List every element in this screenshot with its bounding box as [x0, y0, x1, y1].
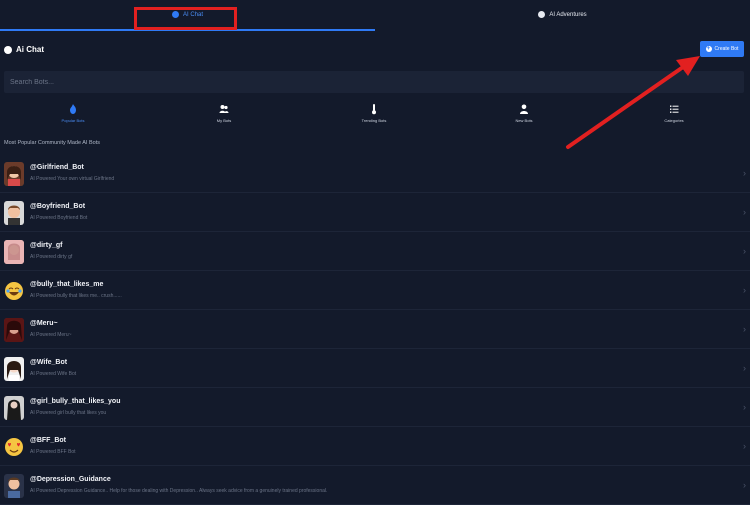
page-title-text: Ai Chat — [16, 45, 44, 54]
search-input[interactable] — [4, 71, 744, 94]
avatar — [4, 435, 24, 459]
bot-name: @BFF_Bot — [30, 437, 66, 444]
category-new-bots[interactable]: New Bots — [494, 103, 554, 129]
bot-name: @Girlfriend_Bot — [30, 164, 84, 171]
chevron-right-icon: › — [743, 480, 746, 490]
list-item[interactable]: @Girlfriend_Bot AI Powered Your own virt… — [0, 155, 750, 193]
list-item[interactable]: @bully_that_likes_me AI Powered bully th… — [0, 272, 750, 310]
chevron-right-icon: › — [743, 363, 746, 373]
bot-description: AI Powered girl bully that likes you — [30, 410, 107, 416]
chevron-right-icon: › — [743, 441, 746, 451]
category-popular-bots[interactable]: Popular Bots — [43, 103, 103, 129]
category-categories[interactable]: Categories — [644, 103, 704, 129]
fire-icon — [70, 104, 76, 114]
bot-description: AI Powered Boyfriend Bot — [30, 215, 88, 221]
create-bot-button[interactable]: + Create Bot — [700, 41, 744, 57]
list-icon — [670, 105, 679, 113]
avatar — [4, 162, 24, 186]
bot-name: @dirty_gf — [30, 242, 63, 249]
users-icon — [219, 105, 229, 113]
bot-name: @Depression_Guidance — [30, 476, 111, 483]
avatar — [4, 396, 24, 420]
plus-icon: + — [705, 46, 712, 52]
bot-name: @girl_bully_that_likes_you — [30, 398, 121, 405]
page-title: Ai Chat — [4, 45, 44, 54]
avatar — [4, 357, 24, 381]
bot-list: @Girlfriend_Bot AI Powered Your own virt… — [0, 155, 750, 505]
thermometer-icon — [372, 104, 376, 115]
bot-name: @Meru~ — [30, 320, 58, 327]
bot-description: AI Powered Meru~ — [30, 332, 72, 338]
chevron-right-icon: › — [743, 402, 746, 412]
bot-name: @Wife_Bot — [30, 359, 68, 366]
list-item[interactable]: @Depression_Guidance AI Powered Depressi… — [0, 467, 750, 505]
category-label: Popular Bots — [61, 118, 85, 123]
list-item[interactable]: @girl_bully_that_likes_you AI Powered gi… — [0, 389, 750, 427]
bot-description: AI Powered Depression Guidance.. Help fo… — [30, 488, 328, 494]
search-bar — [4, 71, 744, 94]
user-plus-icon — [520, 104, 528, 114]
category-my-bots[interactable]: My Bots — [194, 103, 254, 129]
chevron-right-icon: › — [743, 285, 746, 295]
chevron-right-icon: › — [743, 246, 746, 256]
chevron-right-icon: › — [743, 168, 746, 178]
create-bot-label: Create Bot — [714, 46, 739, 52]
avatar — [4, 474, 24, 498]
highlight-box-annotation — [134, 7, 237, 30]
page-header: Ai Chat — [0, 40, 750, 62]
category-label: Categories — [664, 118, 684, 123]
bot-description: AI Powered Your own virtual Girlfriend — [30, 176, 115, 182]
category-nav: Popular Bots My Bots Trending Bots New B… — [0, 103, 750, 129]
avatar — [4, 279, 24, 303]
tab-ai-adventures[interactable]: AI Adventures — [375, 0, 750, 29]
chevron-right-icon: › — [743, 207, 746, 217]
category-label: Trending Bots — [361, 118, 387, 123]
bot-description: AI Powered dirty gf — [30, 254, 73, 260]
compass-icon — [538, 11, 546, 18]
category-trending-bots[interactable]: Trending Bots — [344, 103, 404, 129]
bot-name: @bully_that_likes_me — [30, 281, 104, 288]
list-item[interactable]: @BFF_Bot AI Powered BFF Bot › — [0, 428, 750, 466]
list-item[interactable]: @Meru~ AI Powered Meru~ › — [0, 311, 750, 349]
bot-description: AI Powered BFF Bot — [30, 449, 76, 455]
top-tab-bar: AI Chat AI Adventures — [0, 0, 750, 31]
avatar — [4, 201, 24, 225]
bot-name: @Boyfriend_Bot — [30, 203, 86, 210]
list-item[interactable]: @dirty_gf AI Powered dirty gf › — [0, 233, 750, 271]
chevron-right-icon: › — [743, 324, 746, 334]
chat-bubble-icon — [4, 45, 12, 54]
list-item[interactable]: @Wife_Bot AI Powered Wife Bot › — [0, 350, 750, 388]
category-label: New Bots — [515, 118, 533, 123]
avatar — [4, 240, 24, 264]
tab-label: AI Adventures — [549, 11, 587, 18]
avatar — [4, 318, 24, 342]
list-item[interactable]: @Boyfriend_Bot AI Powered Boyfriend Bot … — [0, 194, 750, 232]
section-label: Most Popular Community Made AI Bots — [4, 140, 100, 146]
bot-description: AI Powered bully that likes me.. crush..… — [30, 293, 122, 299]
category-label: My Bots — [216, 118, 232, 123]
bot-description: AI Powered Wife Bot — [30, 371, 77, 377]
